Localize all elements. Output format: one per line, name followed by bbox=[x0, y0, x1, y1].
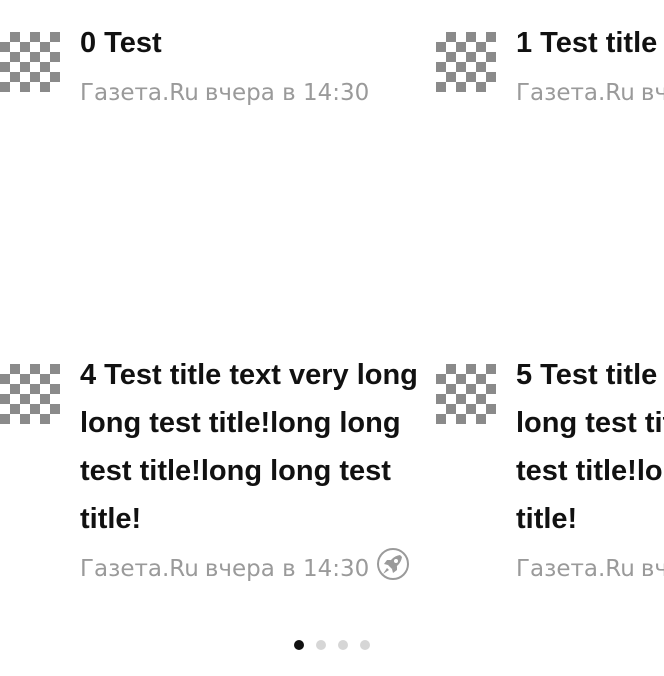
news-card[interactable]: 4 Test title text very long long test ti… bbox=[0, 340, 420, 600]
pagination-dots bbox=[0, 640, 664, 654]
image-placeholder-icon bbox=[436, 32, 496, 92]
rocket-icon bbox=[377, 548, 409, 580]
pagination-dot-1[interactable] bbox=[294, 640, 304, 650]
news-meta: Газета.Ru вчера в 14:30 bbox=[80, 553, 369, 585]
pagination-dot-2[interactable] bbox=[316, 640, 326, 650]
news-title: 0 Test bbox=[80, 27, 162, 59]
news-time: вч bbox=[640, 80, 664, 106]
news-card[interactable]: 5 Test title text very long long test ti… bbox=[436, 340, 664, 600]
news-time: вчера в 14:30 bbox=[204, 556, 370, 582]
image-placeholder-icon bbox=[0, 364, 60, 424]
news-title: 1 Test title bbox=[516, 27, 658, 59]
image-placeholder-icon bbox=[436, 364, 496, 424]
news-source: Газета.Ru bbox=[516, 556, 635, 582]
news-meta: Газета.Ru вчера в 14:30 bbox=[80, 77, 369, 109]
news-time: вч bbox=[640, 556, 664, 582]
news-source: Газета.Ru bbox=[80, 80, 199, 106]
news-time: вчера в 14:30 bbox=[204, 80, 370, 106]
news-title: 5 Test title text very long long test ti… bbox=[516, 359, 664, 535]
news-carousel: 0 Test Газета.Ru вчера в 14:30 1 Test tit… bbox=[0, 0, 664, 676]
news-card[interactable]: 1 Test title Газета.Ru вч bbox=[436, 0, 664, 120]
news-card[interactable]: 0 Test Газета.Ru вчера в 14:30 bbox=[0, 0, 420, 120]
pagination-dot-4[interactable] bbox=[360, 640, 370, 650]
news-meta: Газета.Ru вч bbox=[516, 553, 664, 585]
image-placeholder-icon bbox=[0, 32, 60, 92]
pagination-dot-3[interactable] bbox=[338, 640, 348, 650]
news-source: Газета.Ru bbox=[516, 80, 635, 106]
news-meta: Газета.Ru вч bbox=[516, 77, 664, 109]
news-source: Газета.Ru bbox=[80, 556, 199, 582]
news-title: 4 Test title text very long long test ti… bbox=[80, 359, 418, 535]
